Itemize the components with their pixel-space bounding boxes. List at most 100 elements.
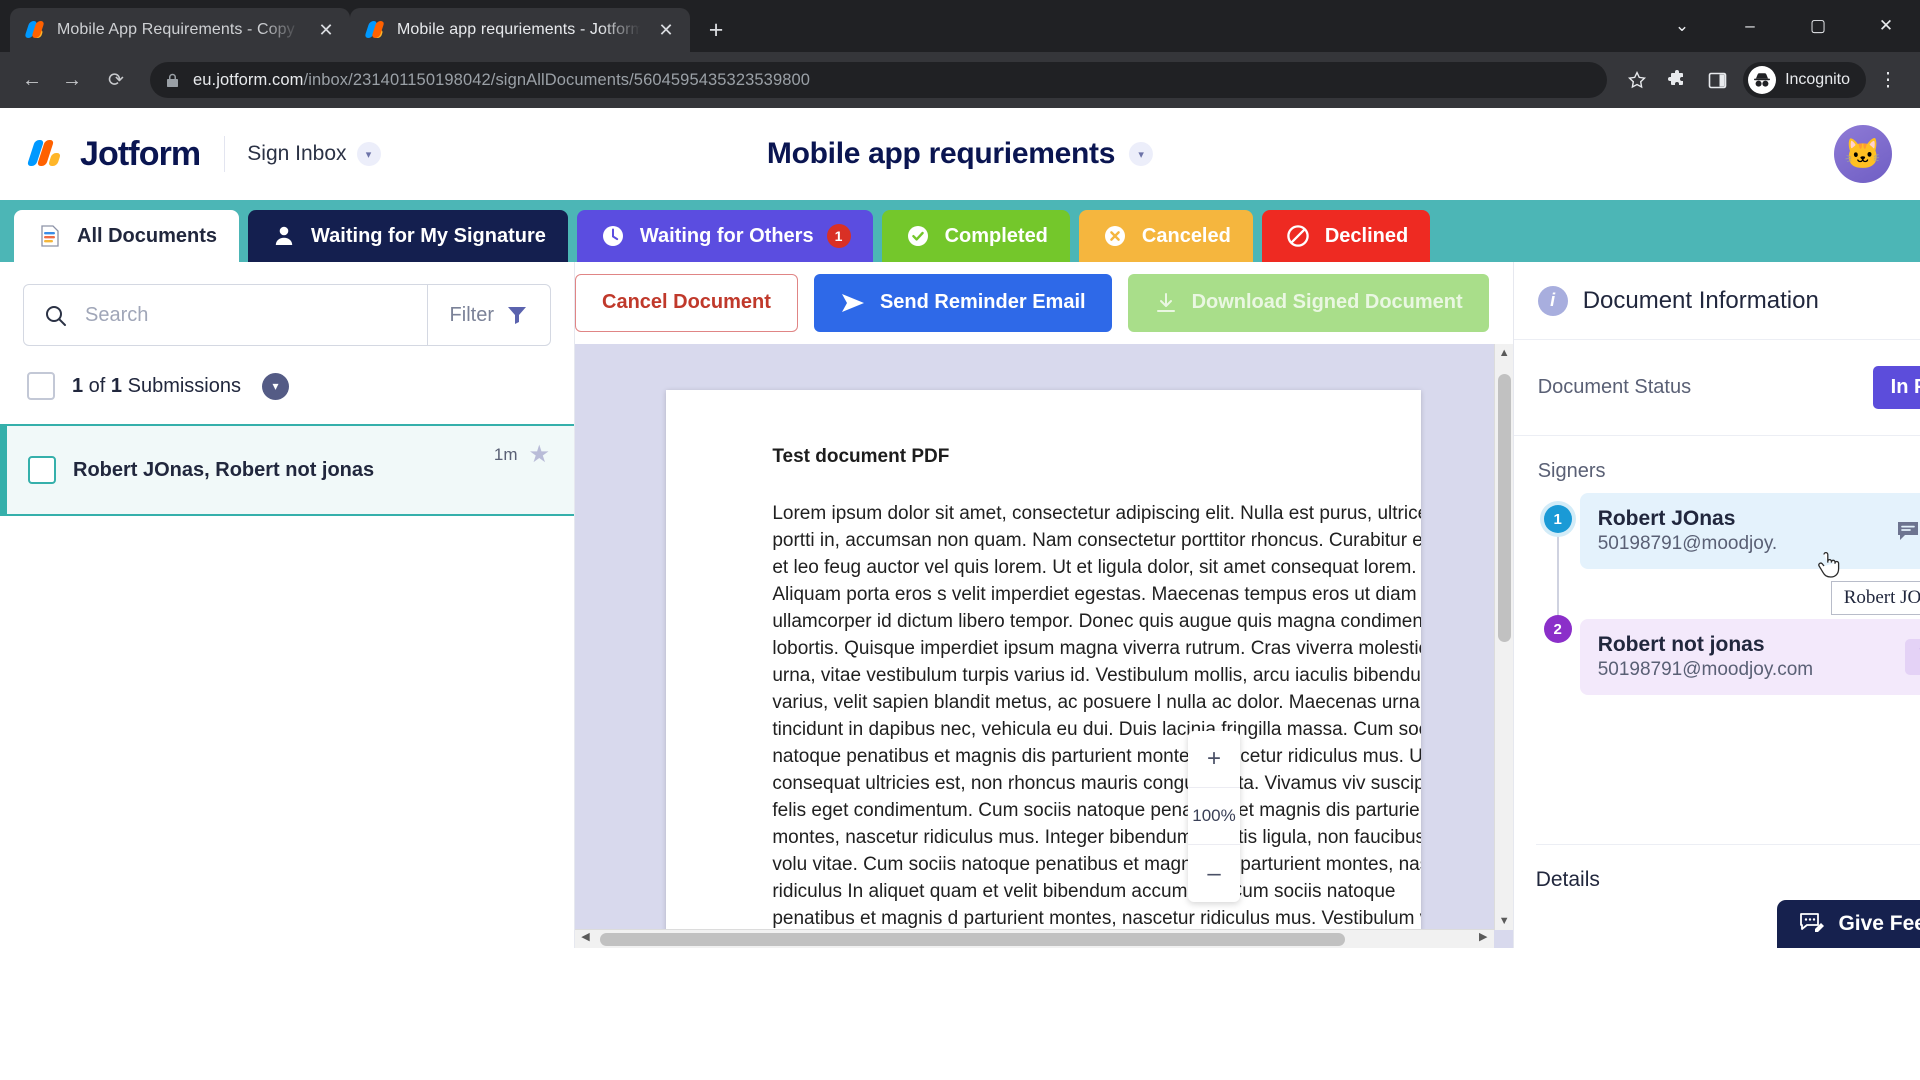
- tab-completed[interactable]: Completed: [881, 210, 1070, 262]
- tab-waiting-for-others-label: Waiting for Others: [639, 224, 814, 247]
- document-stage: Test document PDF Lorem ipsum dolor sit …: [575, 343, 1513, 948]
- sign-inbox-label: Sign Inbox: [247, 142, 347, 165]
- signer-order-badge-1: 1: [1543, 505, 1572, 533]
- submissions-count-label: 1 of 1 Submissions: [72, 374, 241, 397]
- browser-tab-2-close-icon[interactable]: ✕: [654, 18, 678, 42]
- zoom-controls: + 100% –: [1188, 731, 1240, 902]
- reload-icon[interactable]: ⟳: [98, 62, 134, 98]
- tab-all-documents-label: All Documents: [77, 224, 218, 247]
- signer-name-1: Robert JOnas: [1597, 507, 1736, 530]
- submissions-chevron-down-icon[interactable]: ▾: [261, 372, 289, 400]
- signer-email-1: 50198791@moodjoy.: [1597, 533, 1778, 554]
- close-window-button[interactable]: ✕: [1852, 0, 1920, 52]
- document-title-chevron-down-icon[interactable]: ▾: [1129, 142, 1154, 166]
- give-feedback-label: Give Feedback: [1838, 912, 1920, 935]
- star-icon[interactable]: ★: [528, 440, 550, 469]
- tab-waiting-my-signature-label: Waiting for My Signature: [311, 224, 546, 247]
- extensions-icon[interactable]: [1659, 62, 1695, 98]
- give-feedback-button[interactable]: Give Feedback: [1777, 900, 1920, 948]
- tab-all-documents[interactable]: All Documents: [14, 210, 240, 262]
- mouse-cursor-icon: [1816, 551, 1842, 581]
- sign-inbox-dropdown[interactable]: Sign Inbox ▾: [247, 142, 381, 166]
- search-field-wrapper[interactable]: [24, 303, 427, 327]
- select-all-checkbox[interactable]: [27, 372, 55, 400]
- details-label: Details: [1535, 867, 1600, 891]
- x-circle-icon: [1101, 222, 1129, 250]
- horizontal-scroll-thumb[interactable]: [600, 933, 1345, 946]
- scroll-down-icon[interactable]: ▼: [1495, 915, 1513, 927]
- pdf-page: Test document PDF Lorem ipsum dolor sit …: [666, 389, 1422, 948]
- forward-icon[interactable]: →: [54, 62, 90, 98]
- signer-name-tooltip: Robert JOnas: [1830, 581, 1920, 615]
- scroll-left-icon[interactable]: ◀: [576, 930, 595, 943]
- check-circle-icon: [904, 222, 932, 250]
- browser-tabstrip: Mobile App Requirements - Copy ✕ Mobile …: [0, 0, 1920, 52]
- tab-canceled[interactable]: Canceled: [1078, 210, 1253, 262]
- document-status-label: Document Status: [1537, 376, 1692, 398]
- list-item[interactable]: Robert JOnas, Robert not jonas 1m ★: [0, 424, 574, 516]
- star-icon[interactable]: [1619, 62, 1655, 98]
- tab-waiting-my-signature[interactable]: Waiting for My Signature: [248, 210, 568, 262]
- incognito-icon: [1748, 66, 1777, 94]
- comment-icon[interactable]: [1896, 520, 1920, 542]
- scroll-up-icon[interactable]: ▲: [1495, 347, 1513, 359]
- signer-rail: 1 2: [1536, 493, 1580, 695]
- maximize-button[interactable]: ▢: [1784, 0, 1852, 52]
- browser-tab-2-title: Mobile app requriements - Jotform: [397, 21, 643, 38]
- submissions-count-total: 1: [110, 374, 123, 397]
- signer-row-1: 1 2 Robert JOnas 50198791@moodjoy. Sent: [1536, 493, 1920, 695]
- avatar-emoji: 🐱: [1844, 137, 1882, 171]
- incognito-profile-button[interactable]: Incognito: [1743, 62, 1866, 98]
- clock-icon: [599, 222, 627, 250]
- lock-icon: [166, 73, 179, 88]
- send-reminder-email-button[interactable]: Send Reminder Email: [813, 273, 1112, 332]
- search-input[interactable]: [85, 303, 407, 327]
- browser-chrome: Mobile App Requirements - Copy ✕ Mobile …: [0, 0, 1920, 108]
- documents-icon: [36, 222, 64, 250]
- details-section[interactable]: Details ⌄: [1535, 844, 1920, 892]
- browser-tab-1[interactable]: Mobile App Requirements - Copy ✕: [10, 8, 350, 52]
- url-path: /inbox/231401150198042/signAllDocuments/…: [303, 70, 811, 89]
- search-row: Filter: [0, 262, 574, 346]
- send-icon: [840, 291, 866, 315]
- signer-info-2: Robert not jonas 50198791@moodjoy.com: [1598, 633, 1905, 681]
- browser-tab-1-close-icon[interactable]: ✕: [314, 18, 338, 42]
- status-badge: 1: [826, 224, 851, 248]
- signer-status-2: Waiting: [1904, 639, 1920, 675]
- avatar[interactable]: 🐱: [1834, 125, 1892, 183]
- vertical-scroll-thumb[interactable]: [1497, 373, 1511, 642]
- signer-card-1[interactable]: Robert JOnas 50198791@moodjoy. Sent: [1579, 493, 1920, 569]
- submission-checkbox[interactable]: [28, 456, 56, 484]
- scroll-right-icon[interactable]: ▶: [1474, 930, 1493, 943]
- vertical-scrollbar[interactable]: ▲ ▼: [1493, 343, 1513, 930]
- main-content: Filter 1 of 1 Submissions ▾ Robert JOnas…: [0, 262, 1920, 948]
- zoom-in-button[interactable]: +: [1188, 731, 1240, 788]
- jotform-logo[interactable]: Jotform: [26, 134, 201, 174]
- new-tab-button[interactable]: +: [699, 13, 733, 47]
- minimize-button[interactable]: –: [1716, 0, 1784, 52]
- zoom-out-button[interactable]: –: [1188, 845, 1240, 902]
- browser-tab-2[interactable]: Mobile app requriements - Jotform ✕: [350, 8, 690, 52]
- info-panel-title: Document Information: [1582, 286, 1819, 314]
- document-action-bar: Cancel Document Send Reminder Email Down…: [575, 262, 1513, 344]
- filter-button[interactable]: Filter: [426, 285, 550, 345]
- browser-menu-icon[interactable]: ⋮: [1870, 62, 1906, 98]
- horizontal-scrollbar[interactable]: ◀ ▶: [575, 929, 1494, 948]
- tab-waiting-for-others[interactable]: Waiting for Others 1: [576, 210, 873, 262]
- address-bar[interactable]: eu.jotform.com/inbox/231401150198042/sig…: [150, 62, 1608, 98]
- download-signed-document-button[interactable]: Download Signed Document: [1127, 273, 1489, 332]
- search-icon: [44, 304, 67, 327]
- back-icon[interactable]: ←: [14, 62, 50, 98]
- submissions-count-shown: 1: [72, 374, 84, 397]
- signer-card-2[interactable]: Robert not jonas 50198791@moodjoy.com Wa…: [1579, 619, 1920, 695]
- tab-declined[interactable]: Declined: [1261, 210, 1431, 262]
- signers-list: 1 2 Robert JOnas 50198791@moodjoy. Sent: [1514, 493, 1920, 695]
- submissions-header: 1 of 1 Submissions ▾: [0, 346, 574, 424]
- feedback-icon: [1799, 912, 1825, 936]
- pdf-body-text: Lorem ipsum dolor sit amet, consectetur …: [772, 502, 1422, 948]
- tab-search-icon[interactable]: ⌄: [1648, 0, 1716, 52]
- side-panel-icon[interactable]: [1699, 62, 1735, 98]
- tab-declined-label: Declined: [1324, 224, 1409, 247]
- jotform-favicon-icon: [366, 20, 386, 40]
- cancel-document-button[interactable]: Cancel Document: [575, 273, 798, 332]
